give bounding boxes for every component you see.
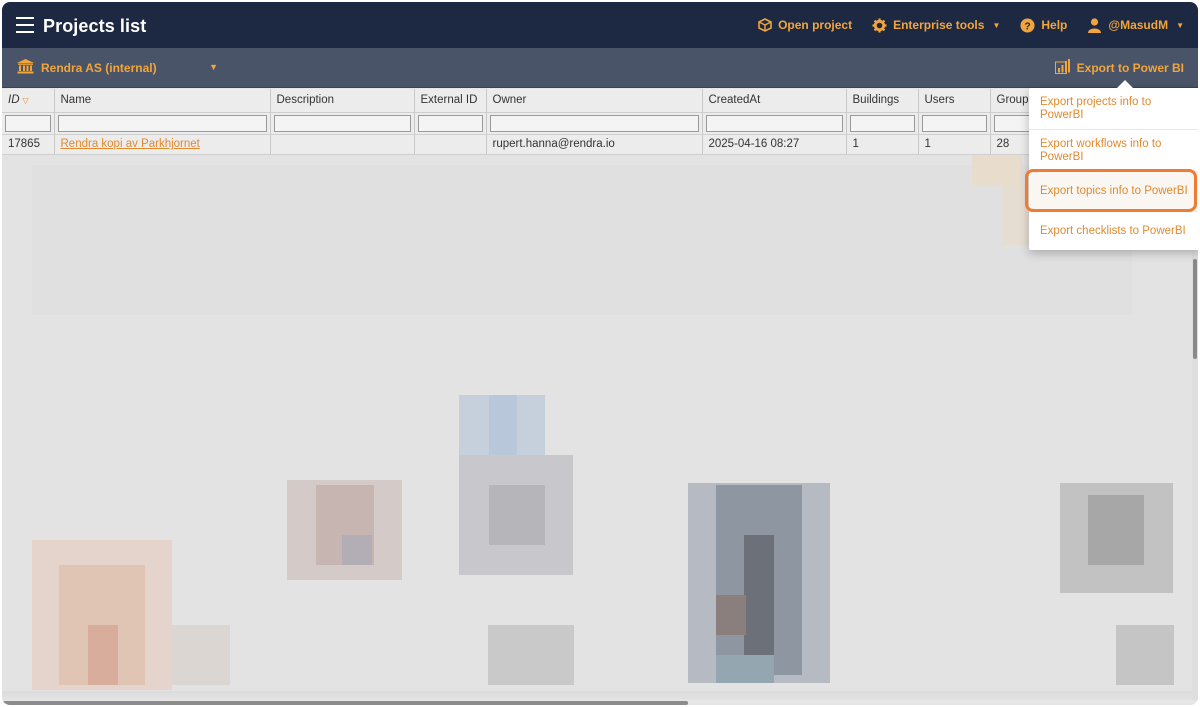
horizontal-scrollbar[interactable]: [2, 700, 1198, 705]
column-header-label: Buildings: [852, 94, 900, 107]
filter-row: [2, 112, 1198, 135]
gear-icon: [872, 17, 887, 33]
export-powerbi-menu: Export projects info to PowerBI Export w…: [1029, 80, 1198, 250]
top-bar: Projects list Open project Enterprise to…: [2, 2, 1198, 48]
column-header-label: Users: [924, 94, 955, 107]
column-header-external-id[interactable]: External ID: [414, 89, 487, 113]
chevron-down-icon: ▼: [209, 62, 218, 72]
filter-input-name[interactable]: [57, 114, 267, 132]
cube-icon: [757, 18, 772, 33]
column-header-name[interactable]: Name: [54, 89, 271, 113]
enterprise-tools-menu[interactable]: Enterprise tools ▼: [872, 17, 1001, 33]
filter-cell: [486, 112, 703, 135]
column-header-buildings[interactable]: Buildings: [846, 89, 919, 113]
svg-text:?: ?: [1025, 21, 1031, 32]
username-label: @MasudM: [1108, 18, 1169, 32]
projects-table: ID ▽ Name Description External ID Owner C…: [2, 89, 1198, 705]
column-header-id[interactable]: ID ▽: [2, 89, 55, 113]
column-header-label: ID: [8, 94, 20, 107]
filter-cell: [270, 112, 415, 135]
open-project-button[interactable]: Open project: [757, 18, 852, 33]
filter-input-users[interactable]: [921, 114, 987, 132]
filter-input-buildings[interactable]: [849, 114, 915, 132]
filter-input-created-at[interactable]: [705, 114, 843, 132]
filter-cell: [846, 112, 919, 135]
cell-name: Rendra kopi av Parkhjornet: [54, 134, 271, 155]
vertical-scroll-thumb[interactable]: [1193, 259, 1197, 359]
bar-chart-icon: [1054, 59, 1071, 77]
app-window: Projects list Open project Enterprise to…: [2, 2, 1198, 705]
project-link[interactable]: Rendra kopi av Parkhjornet: [61, 138, 200, 150]
filter-input-description[interactable]: [273, 114, 411, 132]
export-to-powerbi-label: Export to Power BI: [1076, 61, 1184, 75]
column-header-users[interactable]: Users: [918, 89, 991, 113]
cell-description: [270, 134, 415, 155]
table-header-row: ID ▽ Name Description External ID Owner C…: [2, 89, 1198, 113]
menu-item-export-checklists[interactable]: Export checklists to PowerBI: [1029, 212, 1198, 250]
page-title: Projects list: [43, 16, 147, 36]
column-header-label: Owner: [492, 94, 527, 107]
cell-owner: rupert.hanna@rendra.io: [486, 134, 703, 155]
chevron-down-icon: ▼: [1176, 20, 1184, 30]
menu-icon[interactable]: [16, 17, 34, 33]
filter-cell: [2, 112, 55, 135]
help-icon: ?: [1020, 17, 1035, 33]
column-header-description[interactable]: Description: [270, 89, 415, 113]
user-menu[interactable]: @MasudM ▼: [1087, 17, 1184, 33]
menu-item-export-workflows[interactable]: Export workflows info to PowerBI: [1029, 130, 1198, 172]
organization-name: Rendra AS (internal): [41, 61, 157, 75]
column-header-label: External ID: [420, 94, 478, 107]
filter-input-owner[interactable]: [489, 114, 699, 132]
cell-users: 1: [918, 134, 991, 155]
menu-item-export-projects[interactable]: Export projects info to PowerBI: [1029, 88, 1198, 130]
cell-created-at: 2025-04-16 08:27: [702, 134, 847, 155]
cell-buildings: 1: [846, 134, 919, 155]
enterprise-tools-label: Enterprise tools: [893, 18, 985, 32]
column-header-created-at[interactable]: CreatedAt: [702, 89, 847, 113]
menu-item-export-topics[interactable]: Export topics info to PowerBI: [1029, 172, 1198, 212]
chevron-down-icon: ▼: [992, 20, 1001, 30]
filter-input-external-id[interactable]: [417, 114, 483, 132]
organization-selector[interactable]: Rendra AS (internal) ▼: [17, 48, 222, 88]
column-header-label: Name: [60, 94, 92, 107]
obscured-row: [2, 691, 1198, 699]
help-button[interactable]: ? Help: [1020, 17, 1068, 33]
organization-bar: Rendra AS (internal) ▼ Export to Power B…: [2, 48, 1198, 88]
obscured-table-content: [2, 155, 1198, 700]
bank-icon: [17, 59, 34, 77]
sort-down-icon: ▽: [22, 96, 29, 106]
filter-cell: [414, 112, 487, 135]
column-header-label: CreatedAt: [708, 94, 761, 107]
filter-cell: [702, 112, 847, 135]
filter-cell: [918, 112, 991, 135]
top-nav: Open project Enterprise tools ▼ ? Help @: [757, 2, 1184, 48]
cell-external-id: [414, 134, 487, 155]
filter-cell: [54, 112, 271, 135]
cell-id: 17865: [2, 134, 55, 155]
open-project-label: Open project: [778, 18, 853, 32]
filter-input-id[interactable]: [5, 114, 51, 132]
horizontal-scroll-thumb[interactable]: [2, 701, 688, 705]
column-header-owner[interactable]: Owner: [486, 89, 703, 113]
user-icon: [1087, 17, 1102, 33]
help-label: Help: [1041, 18, 1068, 32]
column-header-label: Description: [276, 94, 335, 107]
table-row[interactable]: 17865 Rendra kopi av Parkhjornet rupert.…: [2, 134, 1198, 155]
